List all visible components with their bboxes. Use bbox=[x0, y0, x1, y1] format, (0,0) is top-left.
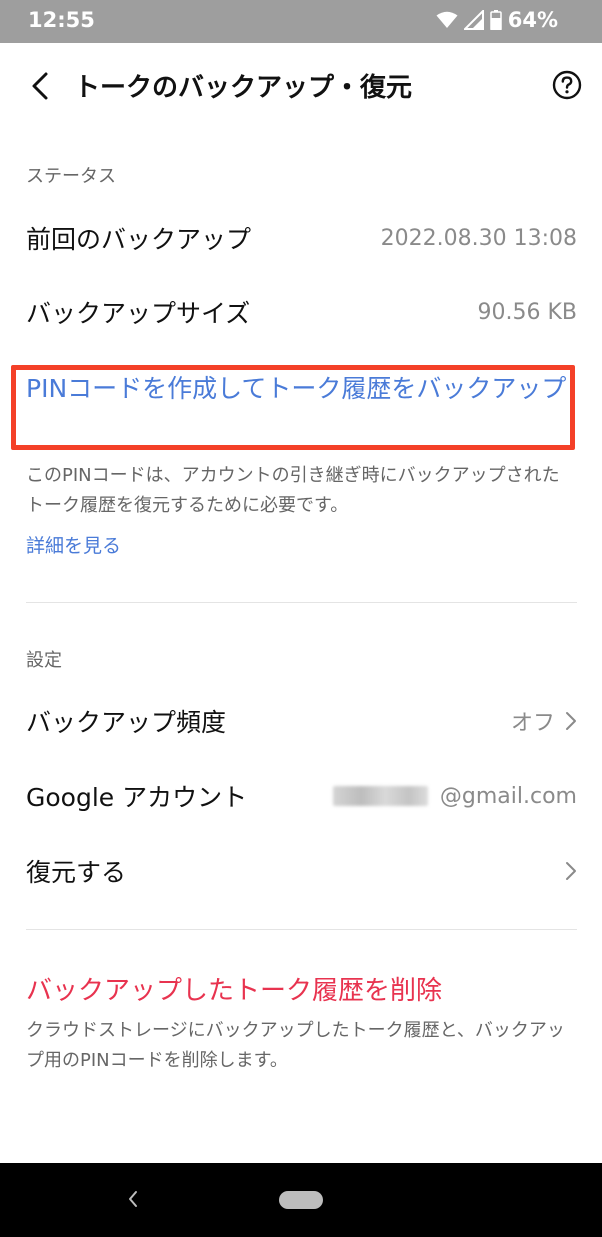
last-backup-value: 2022.08.30 13:08 bbox=[380, 225, 577, 251]
app-header: トークのバックアップ・復元 bbox=[0, 43, 602, 129]
delete-description: クラウドストレージにバックアップしたトーク履歴と、バックアップ用のPINコードを… bbox=[26, 1020, 565, 1071]
chevron-left-icon[interactable] bbox=[26, 68, 56, 104]
pin-description: このPINコードは、アカウントの引き継ぎ時にバックアップされたトーク履歴を復元す… bbox=[26, 465, 560, 516]
navigation-bar bbox=[0, 1163, 602, 1237]
battery-level: 64% bbox=[507, 8, 558, 32]
restore-label: 復元する bbox=[26, 858, 127, 887]
google-account-row: Google アカウント @gmail.com bbox=[26, 771, 577, 821]
backup-frequency-value-group: オフ bbox=[511, 705, 577, 737]
nav-home-button[interactable] bbox=[279, 1191, 323, 1209]
google-account-value: @gmail.com bbox=[439, 783, 577, 809]
restore-row[interactable]: 復元する bbox=[26, 846, 577, 896]
create-pin-backup-link[interactable]: PINコードを作成してトーク履歴をバックアップ bbox=[26, 371, 574, 407]
wifi-icon bbox=[436, 11, 458, 28]
restore-value-group bbox=[565, 861, 577, 881]
backup-frequency-label: バックアップ頻度 bbox=[26, 708, 227, 737]
backup-frequency-value: オフ bbox=[510, 711, 555, 736]
screen: 12:55 64% トークのバックアップ・復元 ステータス 前回のバックアップ … bbox=[0, 0, 602, 1237]
last-backup-row: 前回のバックアップ 2022.08.30 13:08 bbox=[26, 213, 577, 263]
last-backup-label: 前回のバックアップ bbox=[26, 225, 252, 254]
backup-size-value: 90.56 KB bbox=[477, 299, 578, 325]
backup-size-label: バックアップサイズ bbox=[26, 299, 251, 328]
divider bbox=[26, 602, 577, 603]
battery-icon bbox=[489, 10, 502, 30]
backup-size-row: バックアップサイズ 90.56 KB bbox=[26, 287, 577, 337]
page-title: トークのバックアップ・復元 bbox=[74, 73, 413, 103]
signal-icon bbox=[463, 10, 484, 30]
google-account-value-group: @gmail.com bbox=[332, 783, 577, 809]
delete-backup-link[interactable]: バックアップしたトーク履歴を削除 bbox=[26, 970, 442, 1007]
see-details-link[interactable]: 詳細を見る bbox=[26, 531, 121, 558]
backup-frequency-row[interactable]: バックアップ頻度 オフ bbox=[26, 696, 577, 746]
help-icon[interactable] bbox=[552, 70, 582, 100]
divider bbox=[26, 929, 577, 930]
status-icons: 64% bbox=[436, 8, 558, 32]
section-header-settings: 設定 bbox=[26, 650, 62, 671]
chevron-right-icon bbox=[566, 712, 576, 730]
google-account-label: Google アカウント bbox=[26, 783, 248, 812]
section-header-status: ステータス bbox=[26, 166, 116, 187]
nav-back-icon[interactable] bbox=[125, 1188, 141, 1210]
status-time: 12:55 bbox=[28, 8, 95, 32]
redacted-email-user bbox=[332, 786, 428, 806]
chevron-right-icon bbox=[566, 862, 576, 880]
status-bar: 12:55 64% bbox=[0, 0, 602, 43]
